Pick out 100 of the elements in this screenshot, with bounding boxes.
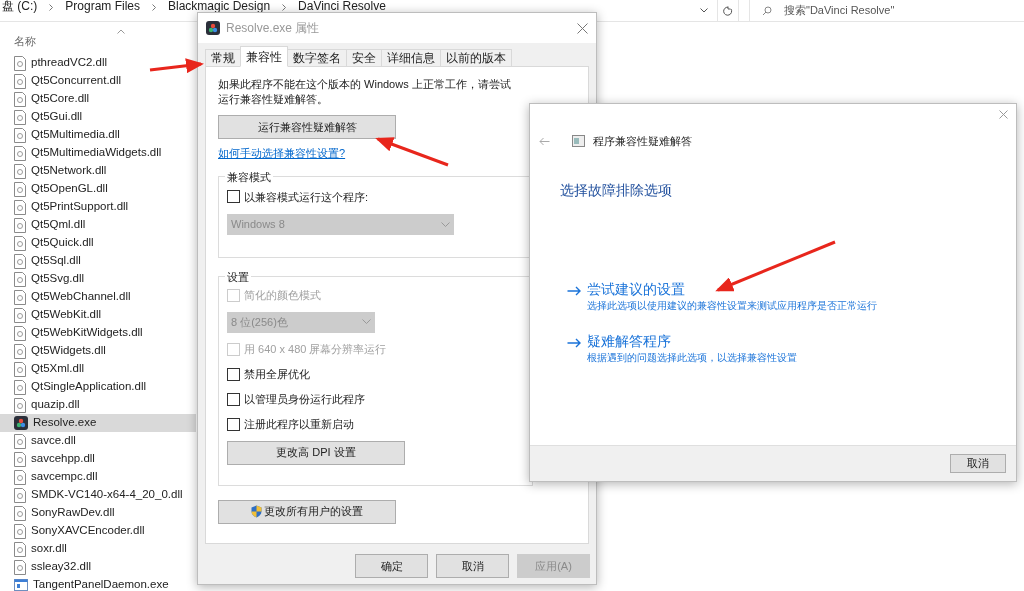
- search-field[interactable]: 搜索"DaVinci Resolve": [749, 0, 1024, 21]
- file-row[interactable]: Qt5Quick.dll: [0, 234, 196, 252]
- file-name: quazip.dll: [31, 397, 80, 413]
- file-name: soxr.dll: [31, 541, 67, 557]
- file-row[interactable]: savcehpp.dll: [0, 450, 196, 468]
- shield-icon: [251, 505, 262, 518]
- dialog-button[interactable]: 取消: [436, 554, 509, 578]
- file-icon: [14, 217, 26, 233]
- file-row[interactable]: Qt5Widgets.dll: [0, 342, 196, 360]
- cancel-button[interactable]: 取消: [950, 454, 1006, 473]
- file-icon: [14, 343, 26, 359]
- file-icon: [14, 487, 26, 503]
- file-row[interactable]: quazip.dll: [0, 396, 196, 414]
- tab[interactable]: 以前的版本: [440, 49, 512, 67]
- file-name: Qt5WebKitWidgets.dll: [31, 325, 143, 341]
- file-name: Qt5Multimedia.dll: [31, 127, 120, 143]
- file-row[interactable]: Qt5Gui.dll: [0, 108, 196, 126]
- file-row[interactable]: Qt5PrintSupport.dll: [0, 198, 196, 216]
- group-legend: 兼容模式: [225, 168, 273, 185]
- chevron-icon: [282, 4, 287, 11]
- tab[interactable]: 常规: [205, 49, 241, 67]
- file-name: Qt5Widgets.dll: [31, 343, 106, 359]
- help-link[interactable]: 如何手动选择兼容性设置?: [218, 145, 346, 162]
- breadcrumb[interactable]: Blackmagic Design: [168, 0, 271, 13]
- file-row[interactable]: Qt5Concurrent.dll: [0, 72, 196, 90]
- tab[interactable]: 数字签名: [287, 49, 347, 67]
- breadcrumb[interactable]: Program Files: [65, 0, 140, 13]
- file-row[interactable]: Qt5Sql.dll: [0, 252, 196, 270]
- file-row[interactable]: Qt5Multimedia.dll: [0, 126, 196, 144]
- file-icon: [14, 199, 26, 215]
- search-icon: [762, 5, 772, 16]
- file-icon: [14, 109, 26, 125]
- tab[interactable]: 兼容性: [240, 46, 288, 67]
- file-row[interactable]: Qt5WebChannel.dll: [0, 288, 196, 306]
- file-row[interactable]: SMDK-VC140-x64-4_20_0.dll: [0, 486, 196, 504]
- option-title: 尝试建议的设置: [587, 280, 686, 299]
- file-name: Qt5Quick.dll: [31, 235, 94, 251]
- dpi-settings-button[interactable]: 更改高 DPI 设置: [227, 440, 405, 465]
- file-row[interactable]: Resolve.exe: [0, 414, 196, 432]
- file-row[interactable]: Qt5Core.dll: [0, 90, 196, 108]
- checkbox[interactable]: [227, 367, 240, 381]
- file-row[interactable]: Qt5MultimediaWidgets.dll: [0, 144, 196, 162]
- all-users-button[interactable]: 更改所有用户的设置: [218, 499, 396, 524]
- file-name: ssleay32.dll: [31, 559, 92, 575]
- file-name: Qt5Network.dll: [31, 163, 107, 179]
- file-icon: [14, 73, 26, 89]
- file-row[interactable]: ssleay32.dll: [0, 558, 196, 576]
- file-icon: [14, 55, 26, 71]
- app-icon: [206, 21, 220, 35]
- file-row[interactable]: SonyXAVCEncoder.dll: [0, 522, 196, 540]
- close-icon[interactable]: [999, 110, 1008, 119]
- file-name: SonyRawDev.dll: [31, 505, 115, 521]
- troubleshoot-button[interactable]: 运行兼容性疑难解答: [218, 115, 396, 139]
- breadcrumb[interactable]: DaVinci Resolve: [298, 0, 386, 13]
- checkbox[interactable]: [227, 190, 240, 204]
- checkbox-label: 用 640 x 480 屏幕分辨率运行: [244, 341, 387, 357]
- file-icon: [14, 325, 26, 341]
- tab[interactable]: 安全: [346, 49, 382, 67]
- file-row[interactable]: Qt5Qml.dll: [0, 216, 196, 234]
- file-icon: [14, 451, 26, 467]
- option-link[interactable]: 尝试建议的设置 选择此选项以使用建议的兼容性设置来测试应用程序是否正常运行: [567, 280, 877, 313]
- file-row[interactable]: pthreadVC2.dll: [0, 54, 196, 72]
- chevron-down-icon[interactable]: [700, 8, 708, 13]
- file-name: Resolve.exe: [33, 415, 97, 431]
- refresh-icon[interactable]: [723, 5, 733, 16]
- file-icon: [14, 127, 26, 143]
- file-row[interactable]: QtSingleApplication.dll: [0, 378, 196, 396]
- file-row[interactable]: Qt5WebKit.dll: [0, 306, 196, 324]
- file-icon: [14, 541, 26, 557]
- file-icon: [14, 505, 26, 521]
- breadcrumb[interactable]: 盘 (C:): [2, 0, 38, 13]
- file-icon: [14, 163, 26, 179]
- column-header[interactable]: 名称: [0, 22, 196, 54]
- file-row[interactable]: Qt5WebKitWidgets.dll: [0, 324, 196, 342]
- option-description: 选择此选项以使用建议的兼容性设置来测试应用程序是否正常运行: [587, 298, 877, 313]
- file-row[interactable]: Qt5Network.dll: [0, 162, 196, 180]
- file-icon: [14, 271, 26, 287]
- file-name: savce.dll: [31, 433, 76, 449]
- checkbox[interactable]: [227, 392, 240, 406]
- dialog-button[interactable]: 确定: [355, 554, 428, 578]
- file-icon: [14, 361, 26, 377]
- option-title: 疑难解答程序: [587, 332, 672, 351]
- file-icon: [14, 307, 26, 323]
- file-name: SonyXAVCEncoder.dll: [31, 523, 145, 539]
- file-row[interactable]: savce.dll: [0, 432, 196, 450]
- file-row[interactable]: Qt5OpenGL.dll: [0, 180, 196, 198]
- file-row[interactable]: soxr.dll: [0, 540, 196, 558]
- file-name: pthreadVC2.dll: [31, 55, 108, 71]
- checkbox[interactable]: [227, 417, 240, 431]
- file-row[interactable]: SonyRawDev.dll: [0, 504, 196, 522]
- tab[interactable]: 详细信息: [381, 49, 441, 67]
- close-icon[interactable]: [577, 22, 588, 34]
- file-row[interactable]: savcempc.dll: [0, 468, 196, 486]
- app-icon: [14, 416, 28, 430]
- file-row[interactable]: TangentPanelDaemon.exe: [0, 576, 196, 591]
- checkbox-label: 简化的颜色模式: [244, 287, 321, 303]
- option-link[interactable]: 疑难解答程序 根据遇到的问题选择此选项，以选择兼容性设置: [567, 332, 797, 365]
- window-title: Resolve.exe 属性: [226, 20, 320, 37]
- file-row[interactable]: Qt5Xml.dll: [0, 360, 196, 378]
- file-row[interactable]: Qt5Svg.dll: [0, 270, 196, 288]
